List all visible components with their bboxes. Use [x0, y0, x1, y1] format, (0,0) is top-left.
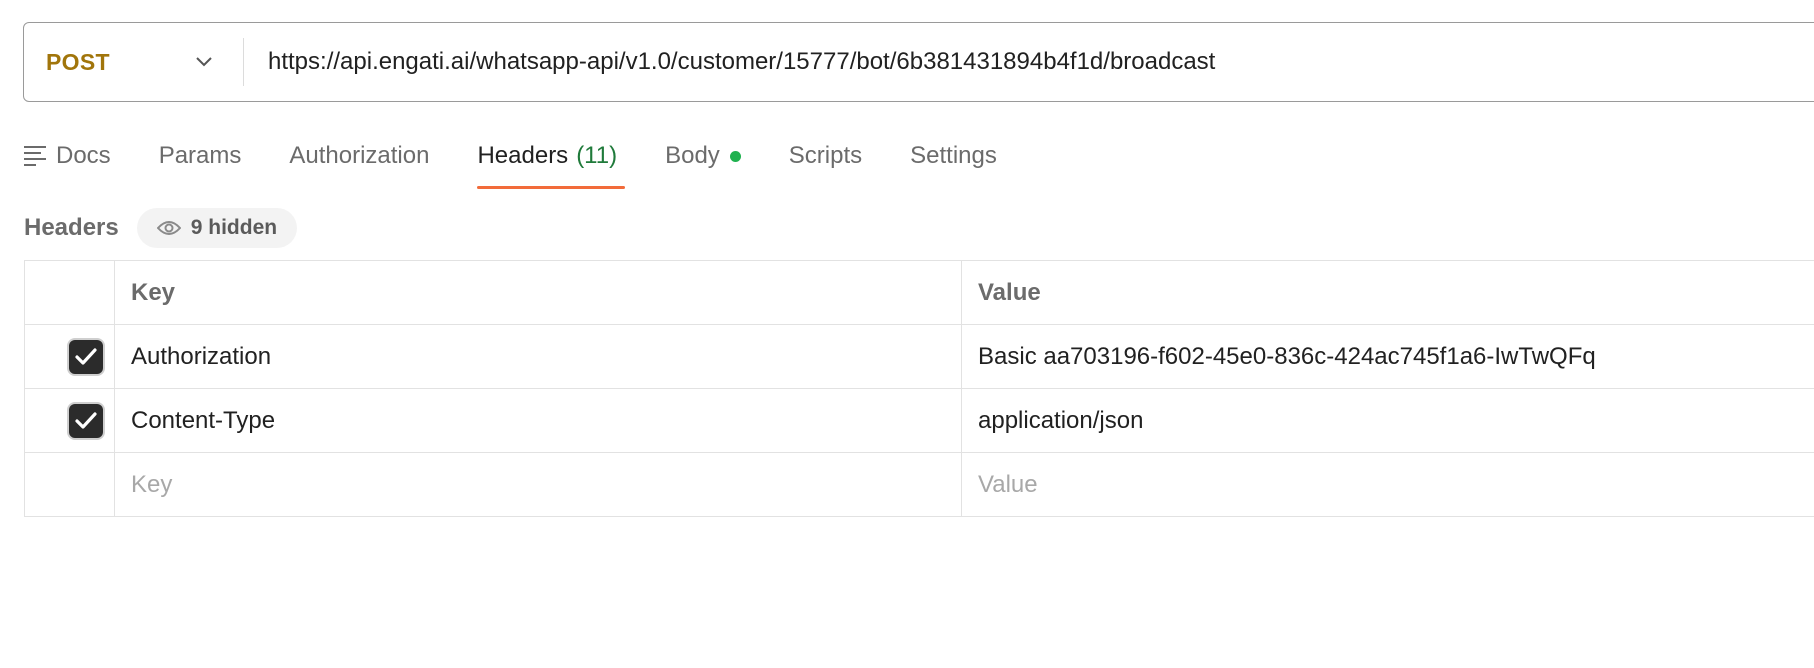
- header-key-cell[interactable]: Authorization: [114, 324, 962, 389]
- tab-headers[interactable]: Headers (11): [477, 138, 626, 189]
- header-value-cell[interactable]: Basic aa703196-f602-45e0-836c-424ac745f1…: [961, 324, 1814, 389]
- table-header-row: Key Value: [24, 260, 1814, 325]
- new-header-row: Key Value: [24, 452, 1814, 517]
- tab-body[interactable]: Body: [665, 138, 741, 174]
- row-checkbox[interactable]: [69, 339, 103, 374]
- value-column-header: Value: [961, 260, 1814, 325]
- active-tab-indicator: [477, 186, 626, 189]
- tab-label: Params: [158, 142, 242, 169]
- table-row: Authorization Basic aa703196-f602-45e0-8…: [24, 324, 1814, 389]
- method-label: POST: [46, 48, 110, 75]
- new-key-input[interactable]: Key: [114, 452, 962, 517]
- headers-table: Key Value Authorization Basic aa703196-f…: [24, 260, 1814, 517]
- tab-label: Body: [665, 142, 720, 169]
- hidden-headers-toggle[interactable]: 9 hidden: [136, 208, 298, 248]
- request-tabs: Docs Params Authorization Headers (11) B…: [24, 138, 1045, 190]
- row-checkbox[interactable]: [69, 403, 103, 438]
- tab-label: Settings: [910, 142, 997, 169]
- url-input[interactable]: https://api.engati.ai/whatsapp-api/v1.0/…: [244, 48, 1215, 76]
- hidden-count-label: 9 hidden: [190, 216, 278, 239]
- checkmark-icon: [75, 411, 97, 429]
- headers-toolbar: Headers 9 hidden: [24, 206, 298, 250]
- request-url-bar: POST https://api.engati.ai/whatsapp-api/…: [23, 22, 1814, 102]
- tab-label: Authorization: [289, 142, 430, 169]
- header-value-cell[interactable]: application/json: [961, 388, 1814, 453]
- tab-label: Docs: [56, 142, 111, 169]
- new-value-input[interactable]: Value: [961, 452, 1814, 517]
- key-column-header: Key: [114, 260, 962, 325]
- table-row: Content-Type application/json: [24, 388, 1814, 453]
- tab-authorization[interactable]: Authorization: [289, 138, 429, 174]
- eye-icon: [156, 220, 181, 236]
- checkbox-column-header: [24, 260, 115, 325]
- tab-label: Headers: [477, 142, 569, 169]
- headers-title: Headers: [24, 214, 119, 241]
- tab-scripts[interactable]: Scripts: [789, 138, 862, 174]
- tab-docs[interactable]: Docs: [24, 138, 111, 174]
- chevron-down-icon: [193, 51, 215, 73]
- docs-icon: [24, 146, 46, 166]
- empty-checkbox-cell: [24, 452, 115, 517]
- tab-label: Scripts: [788, 142, 863, 169]
- tab-params[interactable]: Params: [159, 138, 242, 174]
- checkmark-icon: [75, 347, 97, 365]
- row-checkbox-cell: [24, 324, 115, 389]
- status-dot-icon: [729, 150, 741, 162]
- headers-count: (11): [576, 142, 618, 169]
- tab-settings[interactable]: Settings: [910, 138, 997, 174]
- header-key-cell[interactable]: Content-Type: [114, 388, 962, 453]
- method-select[interactable]: POST: [24, 38, 244, 86]
- row-checkbox-cell: [24, 388, 115, 453]
